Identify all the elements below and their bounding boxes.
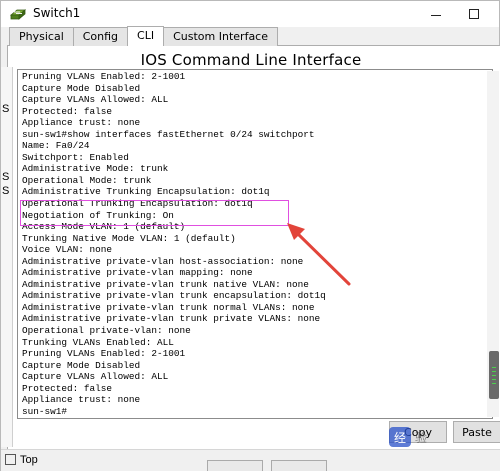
cli-line: Capture Mode Disabled (22, 82, 141, 94)
tab-config[interactable]: Config (72, 27, 129, 46)
cli-line: Capture VLANs Allowed: ALL (22, 371, 169, 383)
cli-terminal[interactable]: Pruning VLANs Enabled: 2-1001 Capture Mod… (17, 69, 493, 419)
bottom-button[interactable] (207, 460, 263, 471)
maximize-icon (469, 9, 479, 19)
clipped-side-panel: S S S (1, 67, 13, 447)
cli-line: Capture VLANs Allowed: ALL (22, 94, 169, 106)
app-window: Switch1 Physical Config CLI Custom Inter… (0, 0, 500, 471)
tab-bar: Physical Config CLI Custom Interface (9, 26, 278, 46)
cli-line: Trunking Native Mode VLAN: 1 (default) (22, 232, 236, 244)
title-bar: Switch1 (1, 1, 499, 27)
cli-line: Administrative Mode: trunk (22, 163, 169, 175)
minimize-icon (431, 14, 441, 16)
cli-line: Operational private-vlan: none (22, 325, 191, 337)
clipped-letter: S (2, 185, 10, 197)
cli-line: Voice VLAN: none (22, 244, 113, 256)
cli-line: Administrative private-vlan trunk privat… (22, 313, 321, 325)
scrollbar-thumb[interactable] (489, 351, 499, 399)
cli-line: Protected: false (22, 382, 113, 394)
bottom-button[interactable] (271, 460, 327, 471)
clipped-letter: S (2, 103, 10, 115)
cli-line: Capture Mode Disabled (22, 359, 141, 371)
cli-line: Administrative private-vlan mapping: non… (22, 267, 253, 279)
clipped-letter: S (2, 171, 10, 183)
window-title: Switch1 (33, 6, 81, 20)
watermark-badge: 经 (389, 427, 411, 447)
tab-cli[interactable]: CLI (127, 26, 165, 46)
cli-line: Administrative private-vlan trunk normal… (22, 301, 315, 313)
tab-custom-interface[interactable]: Custom Interface (163, 27, 278, 46)
terminal-output: Pruning VLANs Enabled: 2-1001 Capture Mod… (22, 71, 326, 417)
top-checkbox[interactable]: Top (5, 454, 38, 466)
cli-heading: IOS Command Line Interface (140, 51, 362, 69)
cli-line: Administrative private-vlan trunk encaps… (22, 290, 326, 302)
cli-line: Appliance trust: none (22, 117, 141, 129)
cli-line: Name: Fa0/24 (22, 140, 90, 152)
switch-icon (9, 6, 27, 22)
minimize-button[interactable] (421, 3, 451, 25)
cli-line: Operational Mode: trunk (22, 174, 152, 186)
cli-line: Pruning VLANs Enabled: 2-1001 (22, 71, 186, 82)
bottom-bar: Top (1, 449, 500, 471)
tab-physical[interactable]: Physical (9, 27, 74, 46)
cli-line: sun-sw1# (22, 405, 68, 417)
cli-line: Appliance trust: none (22, 394, 141, 406)
watermark: 经 验 (389, 423, 500, 451)
maximize-button[interactable] (459, 3, 489, 25)
cli-line: sun-sw1#show interfaces fastEthernet 0/2… (22, 128, 315, 140)
cli-line: Administrative private-vlan trunk native… (22, 278, 309, 290)
cli-line: Administrative Trunking Encapsulation: d… (22, 186, 270, 198)
highlight-box (20, 200, 289, 226)
watermark-text: 验 (415, 430, 428, 445)
cli-line: Trunking VLANs Enabled: ALL (22, 336, 174, 348)
cli-line: Protected: false (22, 105, 113, 117)
cli-line: Switchport: Enabled (22, 151, 129, 163)
top-checkbox-label: Top (20, 454, 38, 466)
cli-line: Administrative private-vlan host-associa… (22, 255, 304, 267)
cli-line: Pruning VLANs Enabled: 2-1001 (22, 348, 186, 360)
